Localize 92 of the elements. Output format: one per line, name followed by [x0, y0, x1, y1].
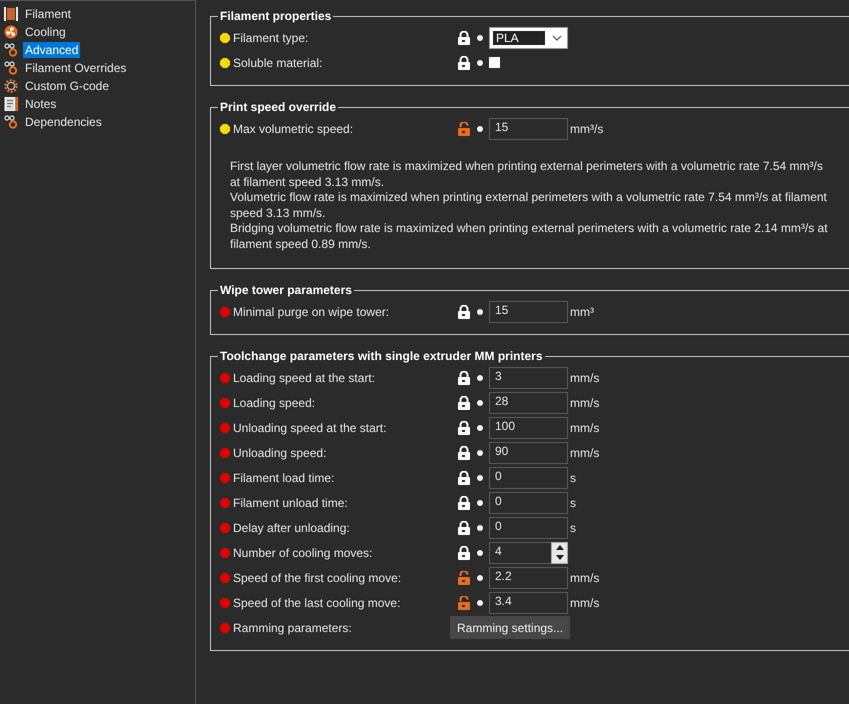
unit-label: mm/s [570, 570, 600, 584]
ramming-settings-button[interactable]: Ramming settings... [450, 616, 570, 639]
info-text: Volumetric flow rate is maximized when printing external perimeters with a volumetric rate 7.54 mm³/s at filament speed 3.13 mm/s. [230, 190, 828, 221]
dot-icon[interactable] [477, 450, 483, 456]
unit-label: mm/s [570, 596, 600, 610]
input-field[interactable]: 0 [489, 492, 568, 514]
input-field[interactable]: 15 [489, 118, 568, 140]
input-field[interactable]: 0 [489, 516, 568, 538]
option-label: Soluble material: [233, 56, 324, 70]
option-label: Unloading speed at the start: [233, 420, 388, 434]
info-text: Bridging volumetric flow rate is maximized when printing external perimeters with a volumetric rate 2.14 mm³/s at filament speed 0.89 mm/s. [230, 221, 829, 252]
unlocked-lock-icon[interactable] [458, 570, 470, 584]
info-text: First layer volumetric flow rate is maximized when printing external perimeters with a volumetric rate 7.54 mm³/s at filament speed 3.13 mm/s. [230, 159, 824, 190]
dot-icon[interactable] [477, 500, 483, 506]
lock-icon[interactable] [458, 470, 470, 484]
dot-icon[interactable] [477, 60, 483, 66]
input-field[interactable]: 28 [489, 392, 568, 414]
option-label: Delay after unloading: [233, 520, 351, 534]
dot-icon[interactable] [477, 600, 483, 606]
dot-icon[interactable] [477, 34, 483, 40]
filament-type-dropdown[interactable]: PLA [489, 26, 568, 48]
dot-icon[interactable] [477, 374, 483, 380]
group-title: Print speed override [219, 100, 338, 114]
sidebar-item[interactable]: Filament Overrides [23, 60, 128, 76]
input-field[interactable]: 3 [489, 366, 568, 388]
lock-icon[interactable] [458, 420, 470, 434]
sidebar-item[interactable]: Advanced [23, 42, 80, 58]
lock-icon[interactable] [458, 304, 470, 318]
unit-label: mm/s [570, 396, 600, 410]
group-title: Toolchange parameters with single extruder MM printers [219, 349, 544, 363]
group-title: Wipe tower parameters [219, 283, 353, 297]
input-field[interactable]: 90 [489, 442, 568, 464]
sidebar-item[interactable]: Filament [23, 6, 74, 22]
dot-icon[interactable] [477, 550, 483, 556]
unit-label: mm/s [570, 370, 600, 384]
lock-icon[interactable] [458, 546, 470, 560]
spin-buttons[interactable] [551, 542, 568, 564]
option-label: Loading speed: [233, 396, 316, 410]
spool-icon [4, 7, 18, 21]
sidebar-item[interactable]: Custom G-code [23, 78, 112, 94]
gears-icon [4, 115, 18, 129]
lock-icon[interactable] [458, 520, 470, 534]
input-field[interactable]: 2.2 [489, 566, 568, 588]
unit-label: mm/s [570, 420, 600, 434]
input-field[interactable]: 4 [489, 542, 551, 564]
sidebar-item[interactable]: Cooling [23, 24, 68, 40]
unit-label: mm³ [570, 304, 594, 318]
dot-icon[interactable] [477, 126, 483, 132]
lock-icon[interactable] [458, 56, 470, 70]
input-field[interactable]: 0 [489, 466, 568, 488]
dot-icon[interactable] [477, 308, 483, 314]
option-label: Number of cooling moves: [233, 546, 374, 560]
dot-icon[interactable] [477, 424, 483, 430]
notes-icon [4, 97, 18, 111]
fan-icon [4, 25, 18, 39]
option-label: Loading speed at the start: [233, 370, 376, 384]
unlocked-lock-icon[interactable] [458, 122, 470, 136]
option-label: Unloading speed: [233, 446, 328, 460]
option-label: Ramming parameters: [233, 620, 353, 634]
sidebar-item[interactable]: Notes [23, 96, 58, 112]
lock-icon[interactable] [458, 30, 470, 44]
input-field[interactable]: 100 [489, 416, 568, 438]
sidebar-item[interactable]: Dependencies [23, 114, 104, 130]
lock-icon[interactable] [458, 496, 470, 510]
dot-icon[interactable] [477, 574, 483, 580]
dot-icon[interactable] [477, 400, 483, 406]
option-label: Filament load time: [233, 470, 336, 484]
group-title: Filament properties [219, 9, 332, 23]
unit-label: mm³/s [570, 122, 604, 136]
option-label: Minimal purge on wipe tower: [233, 304, 390, 318]
unit-label: s [570, 470, 576, 484]
input-field[interactable]: 3.4 [489, 592, 568, 614]
gear-icon [4, 79, 18, 93]
unit-label: s [570, 520, 576, 534]
unlocked-lock-icon[interactable] [458, 596, 470, 610]
gears-icon [4, 61, 18, 75]
option-label: Filament unload time: [233, 496, 349, 510]
dot-icon[interactable] [477, 474, 483, 480]
gears-icon [4, 43, 18, 57]
caret-icon [552, 34, 562, 40]
option-label: Speed of the last cooling move: [233, 596, 402, 610]
lock-icon[interactable] [458, 396, 470, 410]
checkbox[interactable] [489, 57, 500, 68]
lock-icon[interactable] [458, 370, 470, 384]
option-label: Speed of the first cooling move: [233, 570, 402, 584]
lock-icon[interactable] [458, 446, 470, 460]
unit-label: mm/s [570, 446, 600, 460]
option-label: Filament type: [233, 30, 310, 44]
input-field[interactable]: 15 [489, 300, 568, 322]
unit-label: s [570, 496, 576, 510]
option-label: Max volumetric speed: [233, 122, 354, 136]
dot-icon[interactable] [477, 524, 483, 530]
